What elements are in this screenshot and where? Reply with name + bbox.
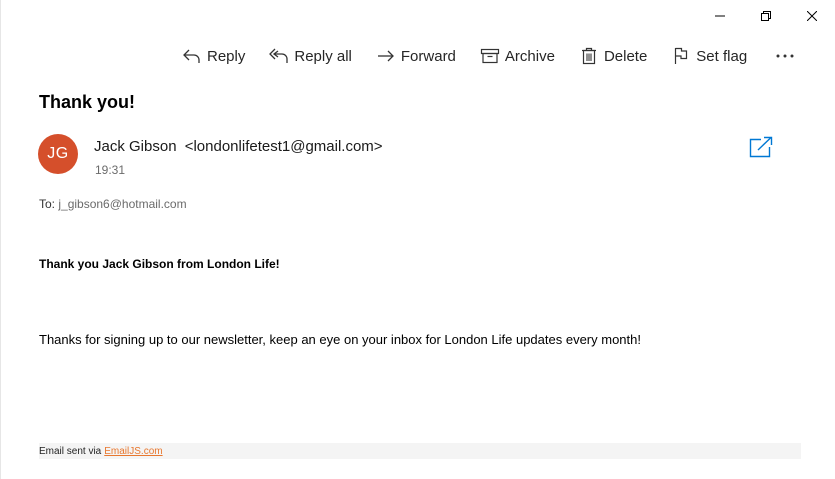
delete-button[interactable]: Delete bbox=[579, 46, 647, 66]
open-in-new-window-button[interactable] bbox=[748, 135, 774, 159]
email-footer: Email sent via EmailJS.com bbox=[39, 443, 801, 459]
emailjs-link[interactable]: EmailJS.com bbox=[104, 446, 162, 457]
recipient-line: To: j_gibson6@hotmail.com bbox=[39, 197, 187, 211]
message-toolbar: Reply Reply all Forward Archive Delete S… bbox=[182, 44, 800, 68]
minimize-icon bbox=[715, 15, 725, 17]
minimize-button[interactable] bbox=[697, 0, 743, 32]
avatar-initials: JG bbox=[47, 145, 69, 162]
body-paragraph: Thanks for signing up to our newsletter,… bbox=[39, 332, 641, 347]
to-label: To: bbox=[39, 197, 56, 211]
reply-all-icon bbox=[269, 46, 289, 66]
sender-line[interactable]: Jack Gibson <londonlifetest1@gmail.com> bbox=[94, 138, 383, 155]
more-actions-button[interactable] bbox=[775, 46, 800, 66]
reply-label: Reply bbox=[207, 47, 246, 65]
close-icon bbox=[807, 11, 817, 21]
forward-button[interactable]: Forward bbox=[376, 46, 456, 66]
reply-button[interactable]: Reply bbox=[182, 46, 245, 66]
reply-icon bbox=[182, 46, 202, 66]
reply-all-button[interactable]: Reply all bbox=[269, 46, 352, 66]
recipient-address[interactable]: j_gibson6@hotmail.com bbox=[58, 197, 186, 211]
set-flag-button[interactable]: Set flag bbox=[671, 46, 747, 66]
message-time: 19:31 bbox=[95, 163, 126, 177]
flag-icon bbox=[671, 46, 691, 66]
reply-all-label: Reply all bbox=[294, 47, 352, 65]
archive-label: Archive bbox=[504, 47, 555, 65]
more-icon bbox=[775, 46, 795, 66]
forward-icon bbox=[376, 46, 396, 66]
body-headline: Thank you Jack Gibson from London Life! bbox=[39, 257, 280, 271]
delete-label: Delete bbox=[603, 47, 648, 65]
archive-button[interactable]: Archive bbox=[480, 46, 555, 66]
message-subject: Thank you! bbox=[39, 92, 136, 112]
sender-name: Jack Gibson bbox=[94, 138, 177, 155]
popout-icon bbox=[749, 136, 773, 158]
restore-icon bbox=[761, 11, 771, 21]
sender-avatar[interactable]: JG bbox=[38, 134, 78, 174]
archive-icon bbox=[480, 46, 500, 66]
sender-address: <londonlifetest1@gmail.com> bbox=[184, 138, 383, 155]
trash-icon bbox=[579, 46, 599, 66]
close-button[interactable] bbox=[789, 0, 835, 32]
restore-button[interactable] bbox=[743, 0, 789, 32]
footer-prefix: Email sent via bbox=[39, 445, 102, 457]
forward-label: Forward bbox=[400, 47, 456, 65]
set-flag-label: Set flag bbox=[696, 47, 748, 65]
window-controls bbox=[697, 0, 835, 32]
